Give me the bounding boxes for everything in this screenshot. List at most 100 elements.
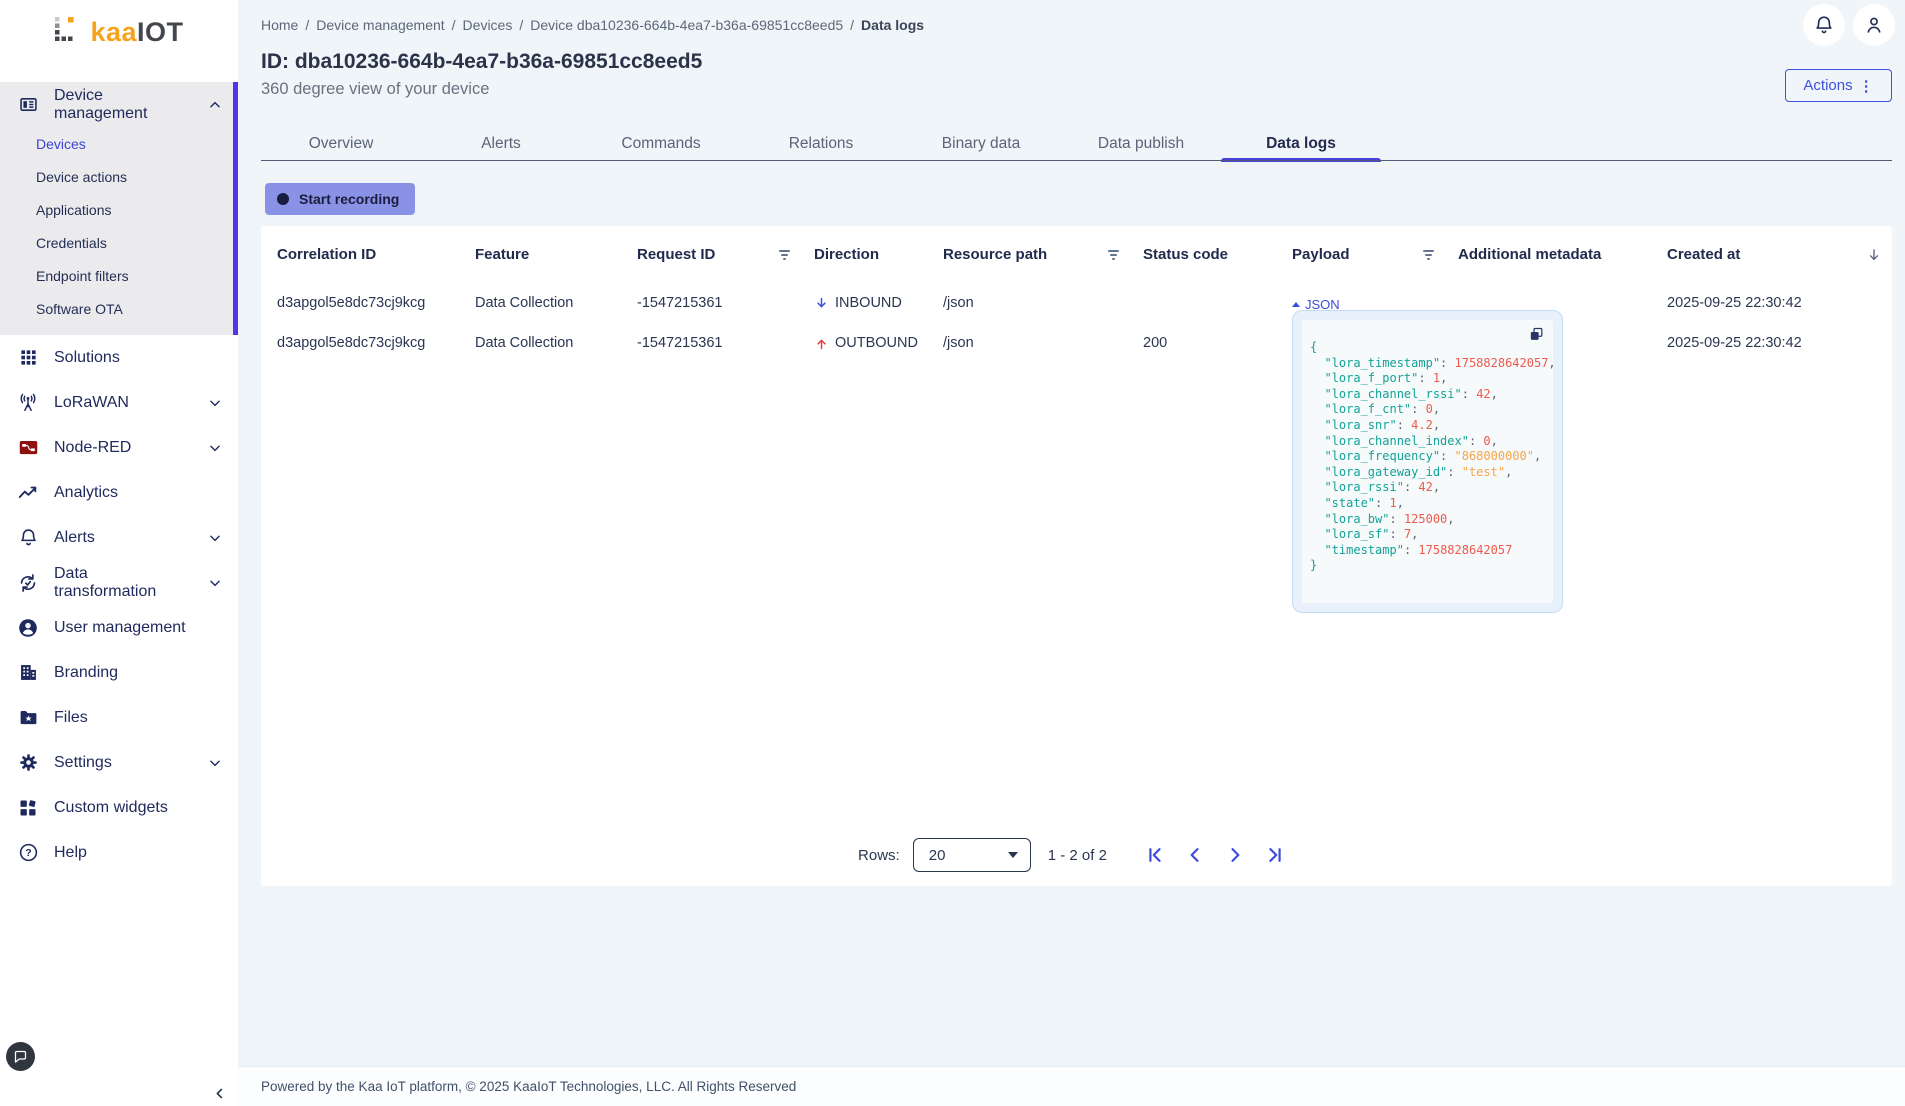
- tab-relations[interactable]: Relations: [741, 127, 901, 160]
- cell-status-code: 200: [1143, 335, 1292, 351]
- pagination-range: 1 - 2 of 2: [1048, 847, 1107, 864]
- actions-button[interactable]: Actions⋮: [1785, 69, 1892, 102]
- column-header-label: Additional metadata: [1458, 246, 1601, 263]
- column-header-payload: Payload: [1292, 246, 1458, 263]
- json-line: "lora_channel_rssi": 42,: [1310, 387, 1545, 403]
- notifications-bell-icon[interactable]: [1803, 4, 1845, 46]
- sidebar-item-label: Branding: [54, 664, 118, 682]
- sidebar-item-help[interactable]: ?Help: [0, 830, 238, 875]
- column-header-label: Status code: [1143, 246, 1228, 263]
- last-page-icon[interactable]: [1263, 843, 1287, 867]
- sidebar-item-applications[interactable]: Applications: [0, 193, 238, 226]
- triangle-up-icon: [1292, 302, 1300, 307]
- tab-data-publish[interactable]: Data publish: [1061, 127, 1221, 160]
- json-line: "lora_f_cnt": 0,: [1310, 402, 1545, 418]
- sidebar-item-branding[interactable]: Branding: [0, 650, 238, 695]
- sidebar-item-alerts[interactable]: Alerts: [0, 515, 238, 560]
- direction-label: INBOUND: [835, 295, 902, 311]
- sidebar-item-label: Node-RED: [54, 439, 131, 457]
- sort-descending-icon[interactable]: [1855, 247, 1892, 263]
- filter-icon[interactable]: [1423, 250, 1434, 260]
- footer: Powered by the Kaa IoT platform, © 2025 …: [238, 1066, 1905, 1106]
- kaaiot-logo-text: kaaIOT: [90, 19, 183, 46]
- sidebar-item-files[interactable]: Files: [0, 695, 238, 740]
- sidebar-item-user-management[interactable]: User management: [0, 605, 238, 650]
- next-page-icon[interactable]: [1223, 843, 1247, 867]
- json-line: }: [1310, 558, 1545, 574]
- filter-icon[interactable]: [1108, 250, 1119, 260]
- column-header-label: Resource path: [943, 246, 1047, 263]
- chat-bubble-icon[interactable]: [6, 1042, 35, 1071]
- column-header-label: Created at: [1667, 246, 1740, 263]
- cell-feature: Data Collection: [475, 295, 637, 311]
- first-page-icon[interactable]: [1143, 843, 1167, 867]
- sidebar-item-solutions[interactable]: Solutions: [0, 335, 238, 380]
- sidebar-nav: Device management Devices Device actionsAp…: [0, 82, 238, 875]
- tab-label: Relations: [789, 135, 854, 153]
- sidebar-item-devices[interactable]: Devices: [0, 127, 238, 160]
- json-line: "lora_rssi": 42,: [1310, 480, 1545, 496]
- json-line: "lora_timestamp": 1758828642057,: [1310, 356, 1545, 372]
- sidebar-subitem-label: Endpoint filters: [36, 268, 129, 284]
- copy-icon[interactable]: [1528, 326, 1545, 343]
- cell-direction: INBOUND: [814, 295, 943, 311]
- sidebar-item-analytics[interactable]: Analytics: [0, 470, 238, 515]
- tab-alerts[interactable]: Alerts: [421, 127, 581, 160]
- sidebar-item-label: Files: [54, 709, 88, 727]
- table-header-row: Correlation IDFeatureRequest IDDirection…: [261, 226, 1892, 283]
- sidebar-item-lorawan[interactable]: LoRaWAN: [0, 380, 238, 425]
- cell-payload: JSON: [1292, 295, 1458, 312]
- rows-per-page-label: Rows:: [858, 847, 900, 864]
- json-line: {: [1310, 340, 1545, 356]
- rows-per-page-select[interactable]: 20: [913, 838, 1031, 872]
- json-line: "lora_bw": 125000,: [1310, 512, 1545, 528]
- start-recording-button[interactable]: Start recording: [265, 183, 415, 215]
- arrow-up-icon: [814, 336, 829, 351]
- tab-label: Overview: [309, 135, 374, 153]
- tab-data-logs[interactable]: Data logs: [1221, 127, 1381, 160]
- pagination: Rows: 20 1 - 2 of 2: [261, 838, 1892, 872]
- sidebar-item-custom-widgets[interactable]: Custom widgets: [0, 785, 238, 830]
- breadcrumb-item-devices[interactable]: Devices: [463, 17, 513, 33]
- breadcrumb-item-home[interactable]: Home: [261, 17, 298, 33]
- breadcrumb-item-device-management[interactable]: Device management: [316, 17, 444, 33]
- kaaiot-logo[interactable]: kaaIOT: [0, 0, 238, 64]
- sidebar-subitem-label: Devices: [36, 136, 86, 152]
- json-line: "lora_snr": 4.2,: [1310, 418, 1545, 434]
- user-profile-icon[interactable]: [1853, 4, 1895, 46]
- sidebar-item-endpoint-filters[interactable]: Endpoint filters: [0, 259, 238, 292]
- arrow-down-icon: [814, 296, 829, 311]
- sidebar-subitem-label: Software OTA: [36, 301, 123, 317]
- previous-page-icon[interactable]: [1183, 843, 1207, 867]
- sidebar-item-credentials[interactable]: Credentials: [0, 226, 238, 259]
- tab-commands[interactable]: Commands: [581, 127, 741, 160]
- table-row: d3apgol5e8dc73cj9kcgData Collection-1547…: [261, 283, 1892, 323]
- select-caret-icon: [1008, 852, 1018, 858]
- help-icon: ?: [17, 842, 39, 864]
- filter-icon[interactable]: [779, 250, 790, 260]
- column-header-label: Correlation ID: [277, 246, 376, 263]
- column-header-status-code: Status code: [1143, 246, 1292, 263]
- custom-widgets-icon: [17, 797, 39, 819]
- tab-binary-data[interactable]: Binary data: [901, 127, 1061, 160]
- sidebar-item-software-ota[interactable]: Software OTA: [0, 292, 238, 325]
- breadcrumb-item-data-logs: Data logs: [861, 17, 924, 33]
- sidebar-item-device-management[interactable]: Device management: [0, 82, 238, 127]
- sidebar-item-node-red[interactable]: Node-RED: [0, 425, 238, 470]
- chevron-down-icon: [208, 756, 222, 770]
- sidebar-collapse-icon[interactable]: [213, 1087, 226, 1100]
- breadcrumb: Home/Device management/Devices/Device db…: [261, 17, 924, 33]
- sidebar-item-label: LoRaWAN: [54, 394, 129, 412]
- tabs: Overview AlertsCommands Relations Binary da…: [261, 127, 1381, 160]
- sidebar-item-data-transformation[interactable]: Data transformation: [0, 560, 238, 605]
- breadcrumb-separator: /: [305, 17, 309, 33]
- payload-json-box: { "lora_timestamp": 1758828642057, "lora…: [1292, 310, 1563, 613]
- chevron-down-icon: [208, 396, 222, 410]
- breadcrumb-item-device-dba10236-664b-4ea7-b36a-69851cc8eed5[interactable]: Device dba10236-664b-4ea7-b36a-69851cc8e…: [530, 17, 843, 33]
- sidebar-item-label: Data transformation: [54, 565, 193, 601]
- table-row: d3apgol5e8dc73cj9kcgData Collection-1547…: [261, 323, 1892, 363]
- column-header-created-at: Created at: [1667, 246, 1855, 263]
- tab-overview[interactable]: Overview: [261, 127, 421, 160]
- sidebar-item-settings[interactable]: Settings: [0, 740, 238, 785]
- sidebar-item-device-actions[interactable]: Device actions: [0, 160, 238, 193]
